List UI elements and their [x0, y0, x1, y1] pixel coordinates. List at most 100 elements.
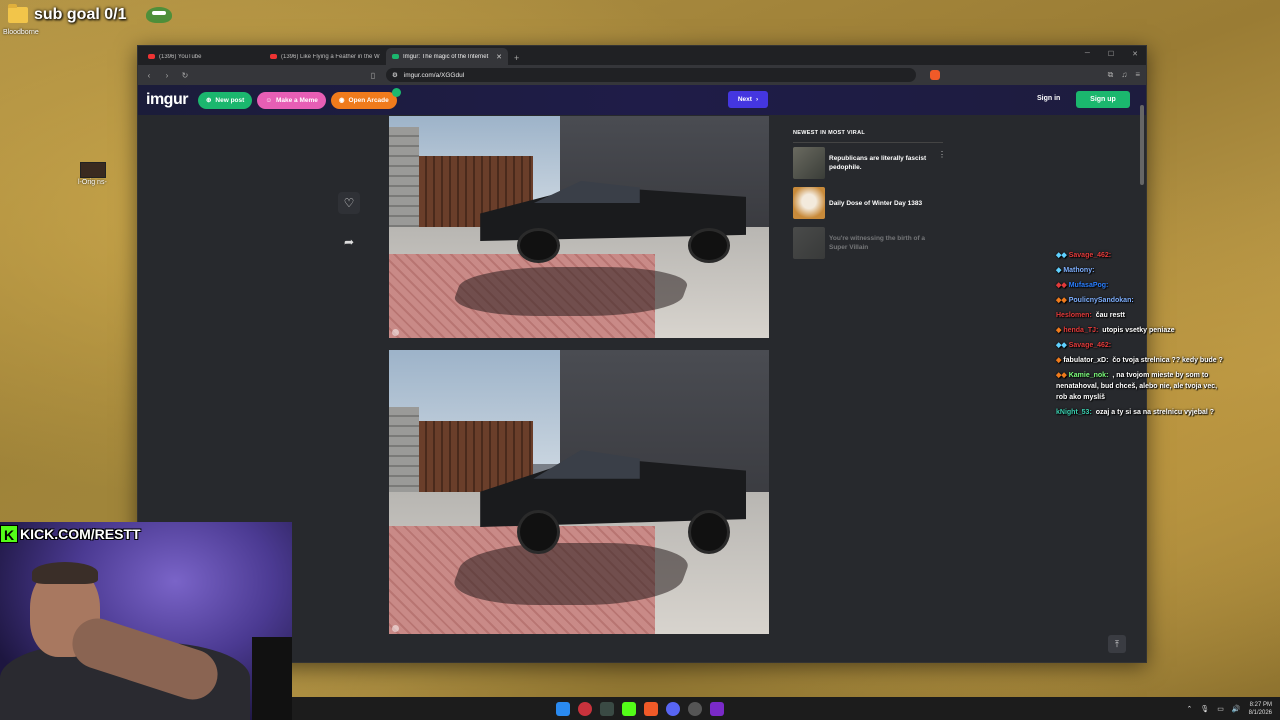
stream-chat: ◆◆ Savage_462: ◆ Mathony: ◆◆ MufasaPog: … [1056, 250, 1224, 422]
chat-message: ◆◆ Savage_462: [1056, 340, 1224, 351]
desktop-icon-label: Bloodborne [3, 29, 39, 36]
address-bar[interactable]: ⚙ imgur.com/a/XGGdul [386, 68, 916, 82]
car-window [533, 180, 640, 204]
new-post-button[interactable]: ⊕ New post [197, 91, 253, 109]
media-icon[interactable]: ♫ [1121, 70, 1127, 80]
start-icon[interactable] [556, 701, 570, 716]
taskbar-apps [556, 701, 724, 716]
viral-item[interactable]: Republicans are literally fascist pedoph… [793, 143, 943, 183]
car-wheel [687, 227, 731, 263]
clock-time: 8:27 PM [1249, 701, 1272, 708]
chat-message: ◆◆ Savage_462: [1056, 250, 1224, 261]
menu-icon[interactable]: ≡ [1135, 70, 1140, 80]
viral-thumbnail [793, 227, 825, 259]
volume-icon[interactable]: 🔊 [1232, 705, 1241, 713]
next-button[interactable]: Next › [728, 91, 768, 108]
chevron-up-icon[interactable]: ⌃ [1187, 705, 1193, 713]
discord-icon[interactable] [666, 701, 680, 716]
chat-badge-icon: ◆◆ [1056, 372, 1069, 379]
plus-icon: ⊕ [205, 97, 212, 104]
imgur-logo[interactable]: imgur [146, 91, 188, 109]
post-image[interactable] [389, 116, 769, 338]
tab-imgur[interactable]: Imgur: The magic of the Internet ✕ [386, 48, 508, 65]
scrollbar-thumb[interactable] [1140, 105, 1144, 185]
chat-message: kNight_53: ozaj a ty si sa na strelnicu … [1056, 407, 1224, 418]
close-window-icon[interactable]: ✕ [1132, 50, 1138, 58]
obs-icon[interactable] [688, 701, 702, 716]
car-wheel [517, 510, 560, 555]
car-window [533, 449, 640, 479]
chat-badge-icon: ◆◆ [1056, 252, 1069, 259]
chat-username: henda_TJ: [1063, 327, 1099, 334]
network-icon[interactable]: ▭ [1217, 705, 1224, 713]
gamepad-icon: ◉ [338, 97, 345, 104]
minimize-icon[interactable]: ─ [1085, 50, 1090, 58]
tab-youtube-1[interactable]: (1396) YouTube [142, 48, 264, 65]
bookmark-icon[interactable]: ▯ [368, 71, 378, 80]
kick-icon[interactable] [622, 701, 636, 716]
tab-youtube-2[interactable]: (1396) Like Flying a Feather in the W [264, 48, 386, 65]
tab-strip: (1396) YouTube (1396) Like Flying a Feat… [138, 46, 1146, 65]
viral-heading: NEWEST IN MOST VIRAL [793, 130, 943, 143]
reload-icon[interactable]: ↻ [180, 71, 190, 80]
image-info-icon[interactable] [392, 329, 399, 336]
viral-thumbnail [793, 147, 825, 179]
sign-up-button[interactable]: Sign up [1076, 91, 1130, 108]
maps-icon[interactable] [578, 701, 592, 716]
chat-message: ◆◆ Kamie_nok: , na tvojom mieste by som … [1056, 370, 1224, 403]
youtube-icon [270, 54, 277, 59]
xbox-icon[interactable] [600, 701, 614, 716]
back-to-top-button[interactable]: ⤒ [1108, 635, 1126, 653]
make-meme-button[interactable]: ☺ Make a Meme [257, 91, 326, 109]
next-label: Next [737, 96, 752, 103]
heart-icon: ♡ [343, 196, 355, 210]
viral-item[interactable]: You're witnessing the birth of a Super V… [793, 223, 943, 263]
brave-icon[interactable] [644, 701, 658, 716]
site-info-icon[interactable]: ⚙ [392, 71, 398, 79]
favorite-button[interactable]: ♡ [338, 192, 360, 214]
browser-toolbar: ‹ › ↻ ▯ ⚙ imgur.com/a/XGGdul ⧉ ♫ ≡ [138, 65, 1146, 85]
chat-message: Heslomen: čau restt [1056, 310, 1224, 321]
viral-item[interactable]: Daily Dose of Winter Day 1383 [793, 183, 943, 223]
sign-in-link[interactable]: Sign in [1037, 95, 1060, 102]
taskbar: ⌃ 🎙 ▭ 🔊 8:27 PM 8/1/2026 [292, 697, 1280, 720]
chat-username: Mathony: [1063, 267, 1095, 274]
chat-username: Heslomen: [1056, 312, 1092, 319]
new-badge [391, 87, 401, 97]
cybertruck [480, 160, 747, 263]
brave-shield-icon[interactable] [930, 70, 940, 80]
chat-username: Kamie_nok: [1068, 372, 1109, 379]
chat-text: čau restt [1095, 312, 1125, 319]
clock-date: 8/1/2026 [1248, 709, 1272, 716]
chat-message: ◆ henda_TJ: utopis vsetky peniaze [1056, 325, 1224, 336]
clock[interactable]: 8:27 PM 8/1/2026 [1249, 701, 1272, 717]
chat-message: ◆ Mathony: [1056, 265, 1224, 276]
new-tab-icon[interactable]: + [514, 53, 519, 63]
microphone-icon[interactable]: 🎙 [1200, 705, 1209, 713]
kick-banner: K KICK.COM/RESTT [0, 524, 141, 544]
image-info-icon[interactable] [392, 625, 399, 632]
chat-badge-icon: ◆◆ [1056, 297, 1069, 304]
post-image-2[interactable] [389, 350, 769, 634]
car-shadow [448, 266, 695, 316]
share-button[interactable]: ➦ [338, 231, 360, 253]
pepe-emote-icon [146, 7, 173, 23]
kick-url: KICK.COM/RESTT [20, 526, 141, 542]
folder-icon [8, 4, 28, 23]
chat-text: ozaj a ty si sa na strelnicu vyjebal ? [1095, 409, 1215, 416]
chat-text: utopis vsetky peniaze [1102, 327, 1175, 334]
make-meme-label: Make a Meme [275, 96, 318, 104]
maximize-icon[interactable]: ☐ [1108, 50, 1114, 58]
desktop-shortcut-icon[interactable] [80, 162, 106, 178]
chat-message: ◆◆ MufasaPog: [1056, 280, 1224, 291]
extensions-icon[interactable]: ⧉ [1108, 70, 1114, 80]
chat-username: Savage_462: [1068, 252, 1112, 259]
forward-icon[interactable]: › [162, 71, 172, 80]
back-icon[interactable]: ‹ [144, 71, 154, 80]
chat-message: ◆ fabulator_xD: čo tvoja strelnica ?? ke… [1056, 355, 1224, 366]
scroll-indicator-icon: ⋮ [938, 150, 946, 159]
viral-title: Republicans are literally fascist pedoph… [829, 155, 927, 171]
close-icon[interactable]: ✕ [496, 53, 502, 61]
open-arcade-button[interactable]: ◉ Open Arcade [330, 87, 401, 109]
twitch-icon[interactable] [710, 701, 724, 716]
